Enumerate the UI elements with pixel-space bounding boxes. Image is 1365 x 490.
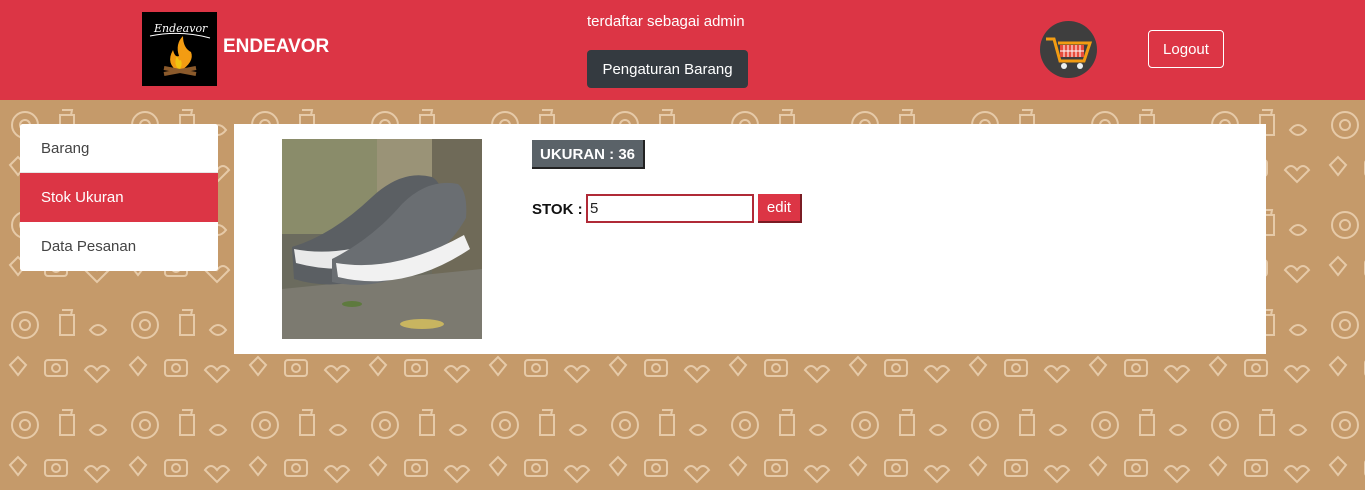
shoe-photo [282, 139, 482, 339]
stock-input[interactable] [586, 194, 754, 223]
sidebar-item-stok-ukuran[interactable]: Stok Ukuran [20, 173, 218, 222]
sidebar: Barang Stok Ukuran Data Pesanan [20, 124, 218, 271]
stock-card: UKURAN : 36 STOK : edit [234, 124, 1266, 354]
stock-label: STOK : [532, 201, 583, 218]
admin-status-text: terdaftar sebagai admin [587, 13, 745, 30]
shopping-cart-icon [1046, 37, 1093, 69]
size-badge: UKURAN : 36 [532, 140, 646, 169]
sidebar-item-data-pesanan[interactable]: Data Pesanan [20, 222, 218, 271]
manage-items-button[interactable]: Pengaturan Barang [587, 50, 748, 88]
sidebar-item-barang[interactable]: Barang [20, 124, 218, 173]
edit-stock-button[interactable]: edit [758, 194, 802, 223]
cart-button[interactable] [1040, 21, 1097, 78]
logout-button[interactable]: Logout [1148, 30, 1224, 68]
product-image [282, 139, 482, 339]
brand-name[interactable]: ENDEAVOR [223, 36, 329, 58]
brand-logo[interactable]: Endeavor [142, 12, 217, 86]
campfire-logo-icon: Endeavor [149, 22, 211, 76]
navbar: Endeavor ENDEAVOR terdaftar sebagai admi… [0, 0, 1365, 100]
